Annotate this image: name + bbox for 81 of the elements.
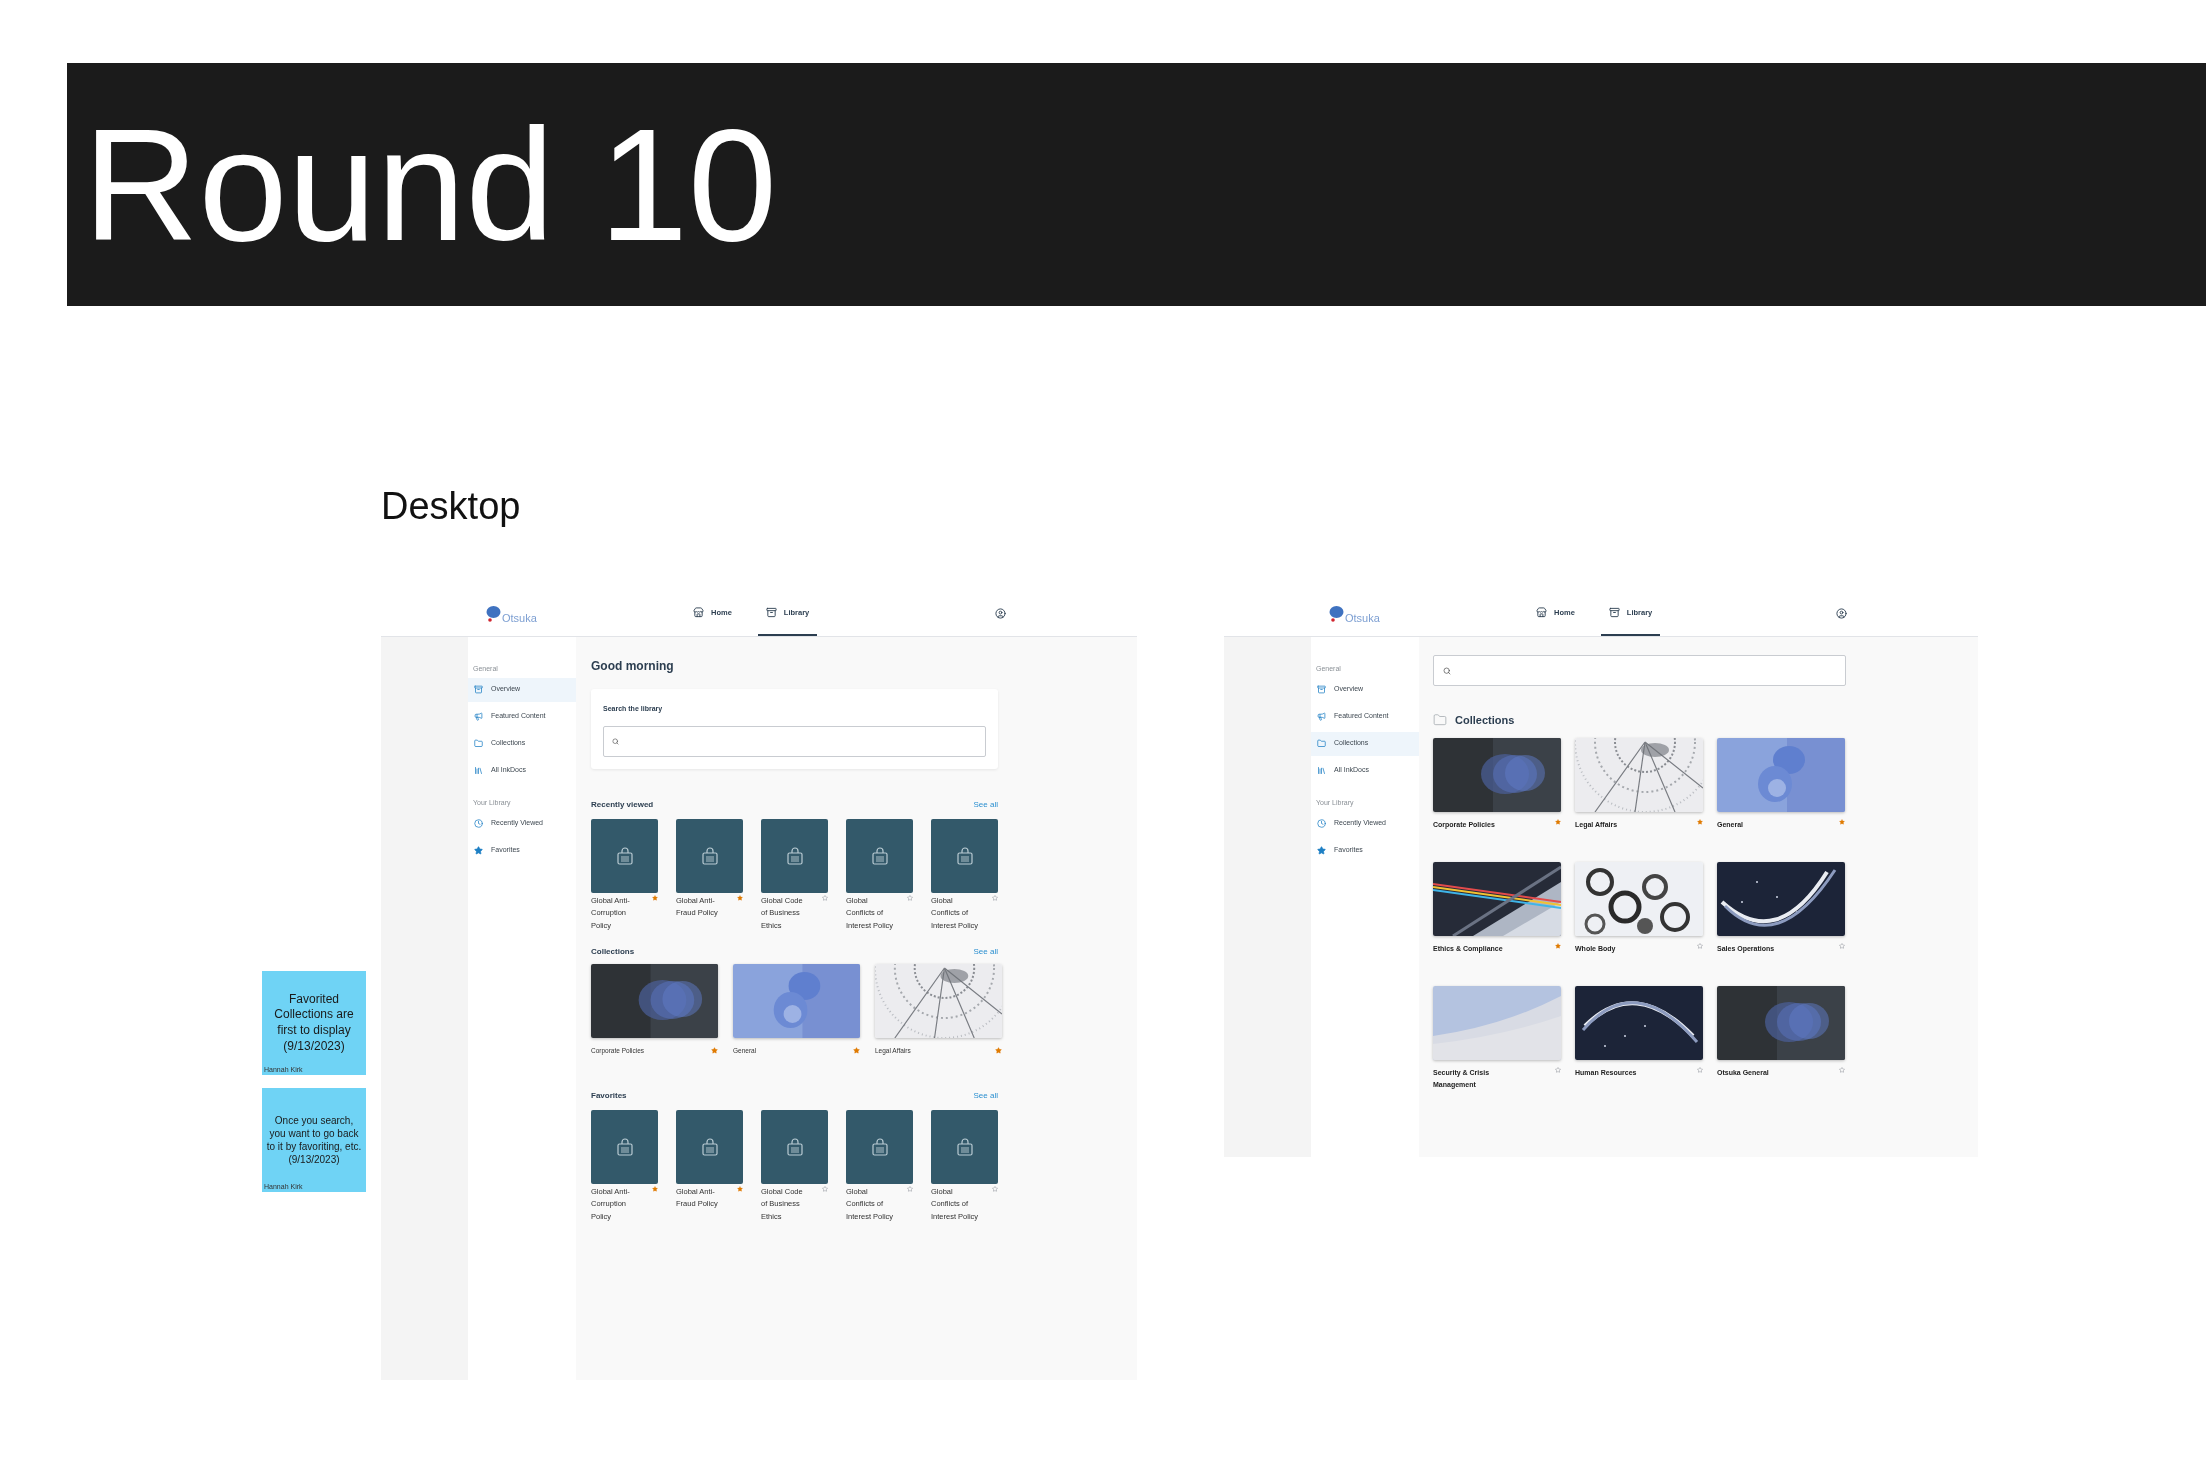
star-icon[interactable] bbox=[737, 1185, 743, 1192]
document-thumbnail[interactable] bbox=[676, 818, 743, 893]
books-icon bbox=[1317, 766, 1326, 775]
star-icon[interactable] bbox=[853, 1047, 860, 1055]
store-icon bbox=[693, 607, 704, 618]
section-title: Desktop bbox=[381, 484, 521, 529]
folder-icon bbox=[474, 739, 483, 748]
megaphone-icon bbox=[1317, 712, 1326, 721]
logo-text: Otsuka bbox=[502, 613, 537, 624]
greeting: Good morning bbox=[591, 658, 675, 675]
logo-icon bbox=[1328, 605, 1344, 622]
bag-icon bbox=[614, 845, 635, 866]
search-field[interactable] bbox=[1433, 655, 1846, 686]
bag-icon bbox=[954, 1136, 975, 1157]
search-field[interactable] bbox=[603, 725, 986, 757]
section-title: Favorites bbox=[591, 1089, 627, 1102]
document-thumbnail[interactable] bbox=[846, 1109, 913, 1184]
folder-icon bbox=[1317, 739, 1326, 748]
archive-icon bbox=[474, 685, 483, 694]
star-icon[interactable] bbox=[822, 1185, 828, 1192]
bag-icon bbox=[614, 1136, 635, 1157]
page-title: Collections bbox=[1455, 713, 1515, 728]
archive-icon bbox=[1317, 685, 1326, 694]
star-icon[interactable] bbox=[822, 894, 828, 901]
document-thumbnail[interactable] bbox=[676, 1109, 743, 1184]
star-icon[interactable] bbox=[737, 894, 743, 901]
star-icon bbox=[474, 845, 483, 855]
megaphone-icon bbox=[474, 712, 483, 721]
star-icon[interactable] bbox=[907, 1185, 913, 1192]
bag-icon bbox=[784, 1136, 805, 1157]
section-title: Recently viewed bbox=[591, 798, 654, 811]
note-text: Once you search, you want to go back to it by favoriting, etc. (9/13/2023) bbox=[266, 1114, 362, 1166]
bag-icon bbox=[954, 845, 975, 866]
star-icon[interactable] bbox=[1555, 818, 1561, 825]
logo-icon bbox=[485, 605, 501, 622]
star-icon[interactable] bbox=[1839, 818, 1845, 825]
clock-icon bbox=[1317, 818, 1326, 828]
document-thumbnail[interactable] bbox=[761, 818, 828, 893]
star-icon[interactable] bbox=[992, 894, 998, 901]
document-thumbnail[interactable] bbox=[591, 818, 658, 893]
books-icon bbox=[474, 766, 483, 775]
archive-icon bbox=[765, 607, 777, 618]
see-all-link[interactable]: See all bbox=[973, 798, 998, 811]
star-icon[interactable] bbox=[711, 1047, 718, 1055]
star-icon[interactable] bbox=[1697, 942, 1703, 949]
star-icon[interactable] bbox=[1555, 942, 1561, 949]
archive-icon bbox=[1608, 607, 1620, 618]
star-icon[interactable] bbox=[1839, 1066, 1845, 1073]
star-icon[interactable] bbox=[1839, 942, 1845, 949]
document-thumbnail[interactable] bbox=[591, 1109, 658, 1184]
note-text: Favorited Collections are first to display (9/13/2023) bbox=[273, 991, 355, 1055]
store-icon bbox=[1536, 607, 1547, 618]
star-icon[interactable] bbox=[1697, 1066, 1703, 1073]
document-thumbnail[interactable] bbox=[931, 818, 998, 893]
bag-icon bbox=[699, 845, 720, 866]
bag-icon bbox=[869, 845, 890, 866]
star-icon bbox=[1317, 845, 1326, 855]
document-thumbnail[interactable] bbox=[931, 1109, 998, 1184]
document-thumbnail[interactable] bbox=[761, 1109, 828, 1184]
star-icon[interactable] bbox=[652, 1185, 658, 1192]
see-all-link[interactable]: See all bbox=[973, 946, 998, 958]
logo-text: Otsuka bbox=[1345, 613, 1380, 624]
banner-title: Round 10 bbox=[83, 104, 777, 265]
bag-icon bbox=[699, 1136, 720, 1157]
search-icon bbox=[612, 737, 619, 745]
profile-icon[interactable] bbox=[1836, 608, 1847, 619]
bag-icon bbox=[869, 1136, 890, 1157]
star-icon[interactable] bbox=[1697, 818, 1703, 825]
see-all-link[interactable]: See all bbox=[973, 1089, 998, 1102]
bag-icon bbox=[784, 845, 805, 866]
clock-icon bbox=[474, 818, 483, 828]
star-icon[interactable] bbox=[907, 894, 913, 901]
star-icon[interactable] bbox=[992, 1185, 998, 1192]
document-thumbnail[interactable] bbox=[846, 818, 913, 893]
section-title: Collections bbox=[591, 946, 635, 958]
star-icon[interactable] bbox=[995, 1047, 1002, 1055]
search-icon bbox=[1443, 666, 1451, 675]
profile-icon[interactable] bbox=[995, 608, 1006, 619]
folder-icon bbox=[1433, 713, 1447, 728]
star-icon[interactable] bbox=[652, 894, 658, 901]
star-icon[interactable] bbox=[1555, 1066, 1561, 1073]
